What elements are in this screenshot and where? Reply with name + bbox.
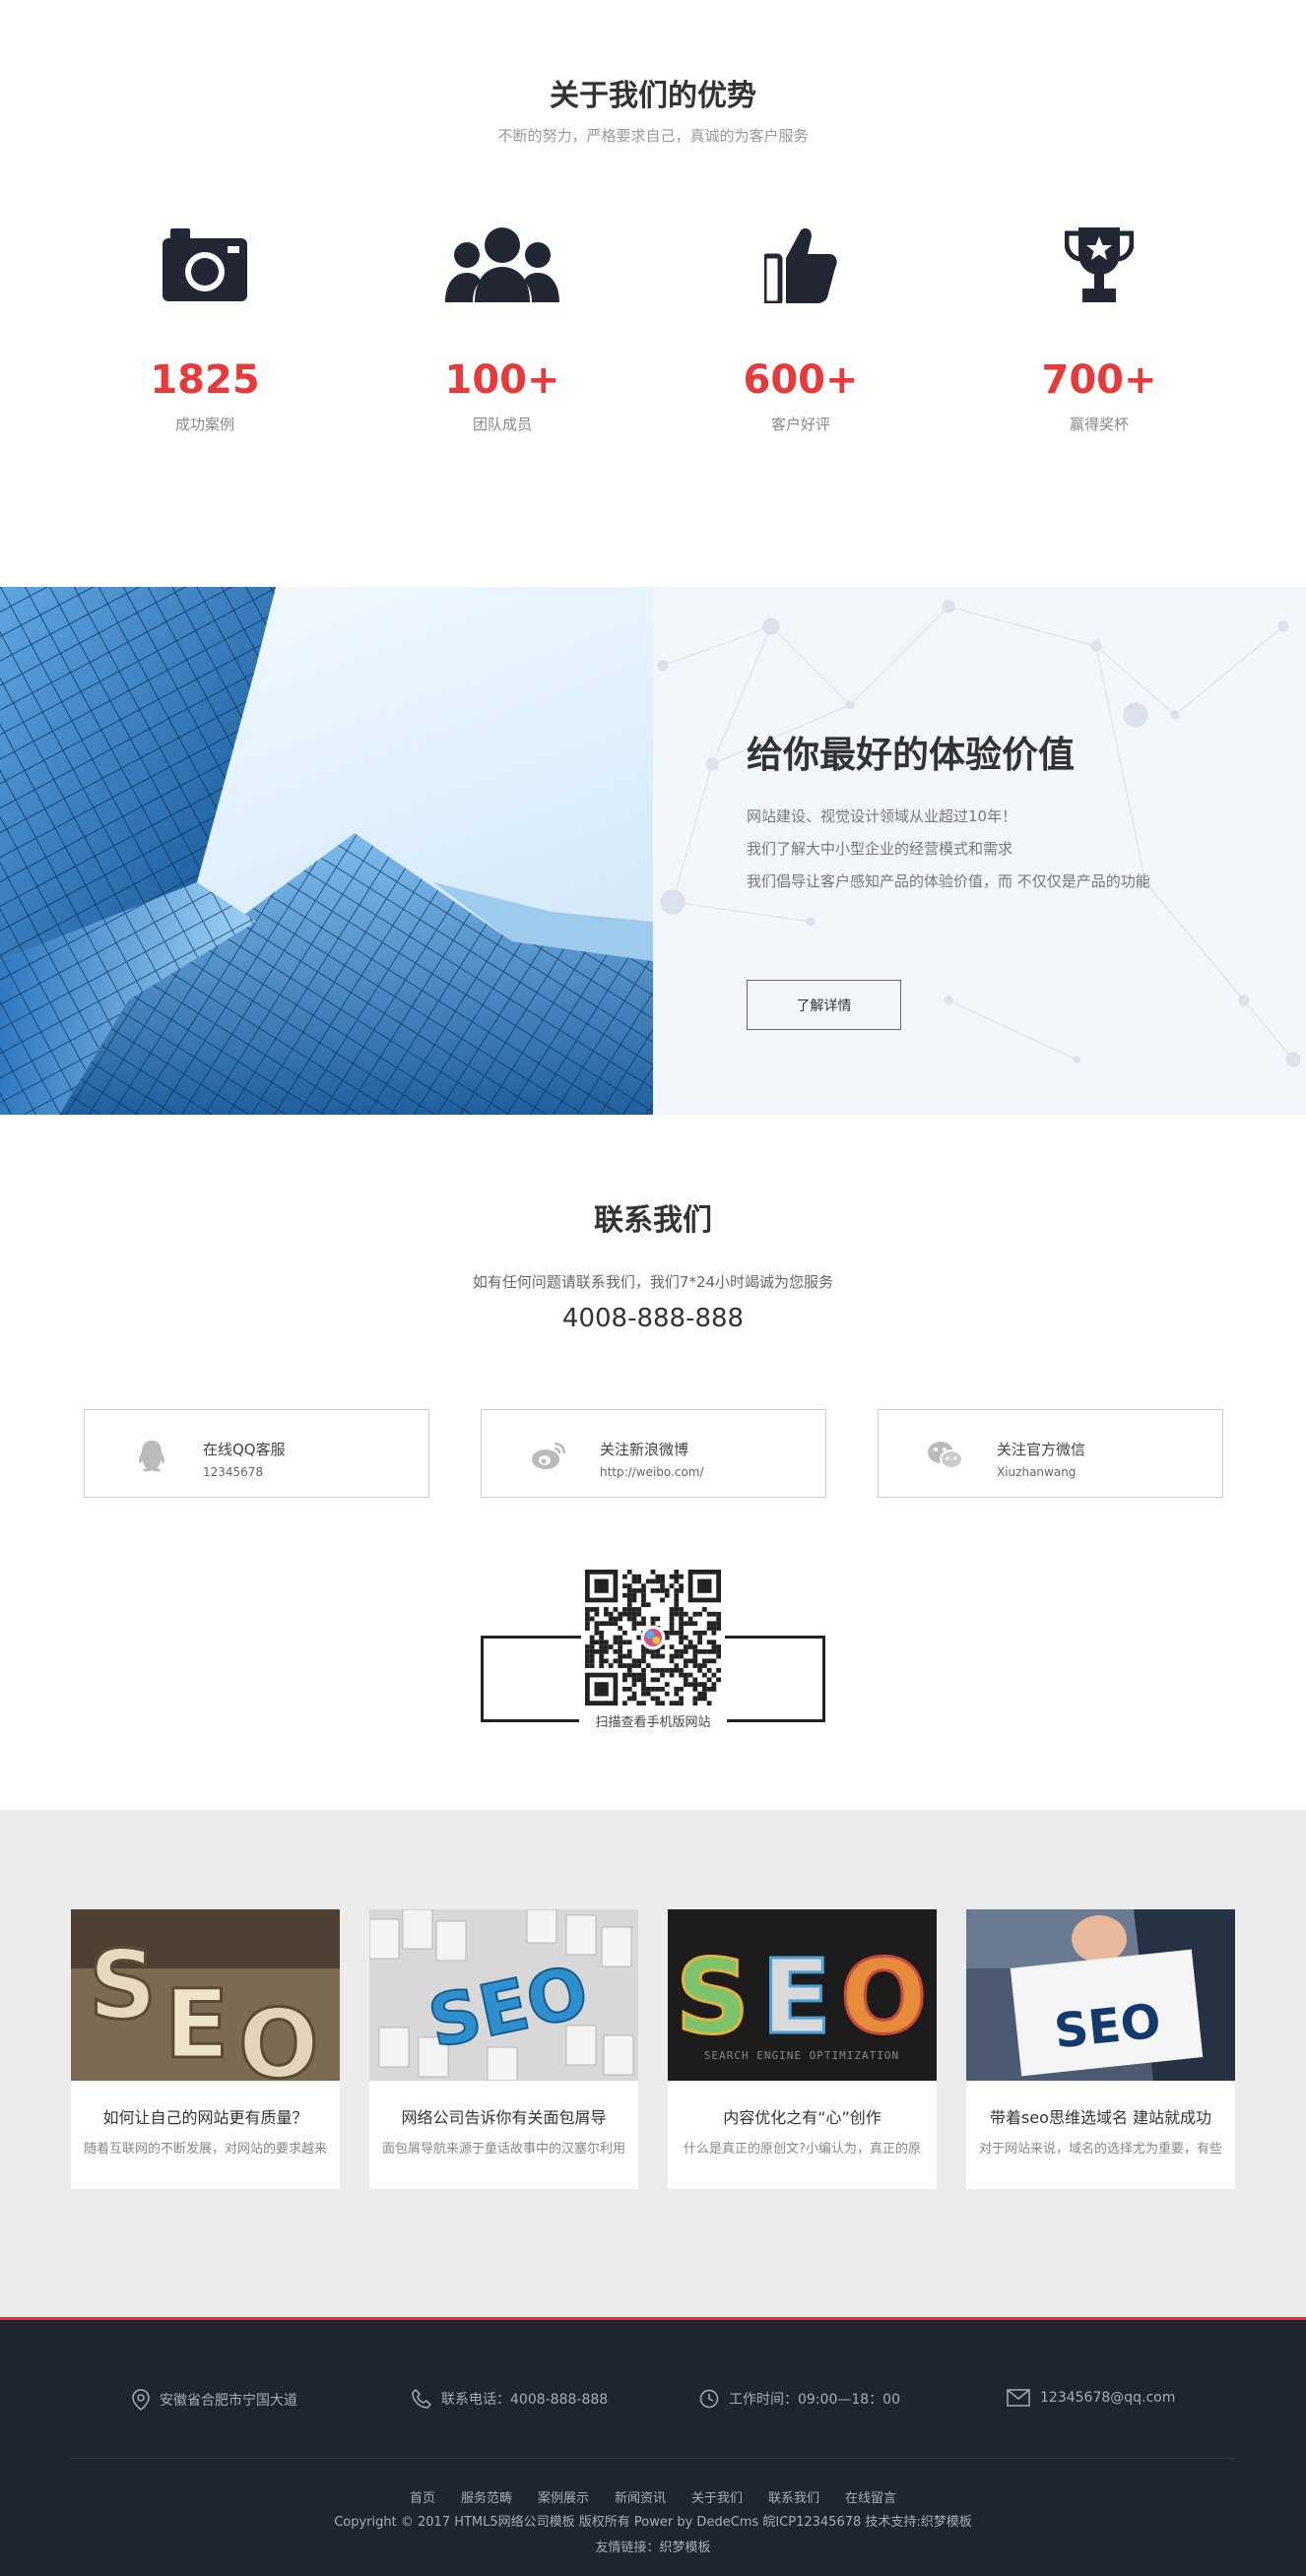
news-thumbnail: SEO: [966, 1909, 1235, 2081]
svg-text:E: E: [164, 1969, 229, 2080]
news-excerpt: 对于网站来说，域名的选择尤为重要，有些: [978, 2142, 1222, 2157]
news-title: 内容优化之有“心”创作: [723, 2108, 882, 2127]
stat-awards: 700+ 赢得奖杯: [951, 225, 1247, 434]
footer-link-services[interactable]: 服务范畴: [461, 2487, 512, 2506]
clock-icon: [699, 2389, 719, 2409]
box-subtitle: Xiuzhanwang: [997, 1465, 1077, 1479]
address-text: 安徽省合肥市宁国大道: [160, 2393, 297, 2409]
qr-code: [581, 1569, 725, 1707]
hours-text: 工作时间：09:00—18：00: [729, 2392, 900, 2408]
stat-label: 赢得奖杯: [1069, 416, 1129, 433]
trophy-icon: [951, 225, 1247, 305]
news-card[interactable]: S E O 如何让自己的网站更有质量？ 随着互联网的不断发展，对网站的要求越来: [71, 1909, 340, 2189]
svg-text:SEARCH ENGINE OPTIMIZATION: SEARCH ENGINE OPTIMIZATION: [704, 2049, 899, 2062]
news-card[interactable]: SEO 网络公司告诉你有关面包屑导 面包屑导航来源于童话故事中的汉塞尔利用: [369, 1909, 638, 2189]
qq-service-box[interactable]: 在线QQ客服 12345678: [84, 1409, 429, 1498]
qq-icon: [132, 1436, 171, 1475]
learn-more-button[interactable]: 了解详情: [747, 980, 901, 1030]
buildings-image: [0, 587, 653, 1115]
news-section: S E O 如何让自己的网站更有质量？ 随着互联网的不断发展，对网站的要求越来 …: [0, 1810, 1306, 2317]
footer: 安徽省合肥市宁国大道 联系电话：4008-888-888 工作时间：09:00—…: [0, 2317, 1306, 2576]
contact-subtitle: 如有任何问题请联系我们，我们7*24小时竭诚为您服务: [472, 1273, 834, 1291]
footer-link-about[interactable]: 关于我们: [691, 2487, 743, 2506]
news-thumbnail: S E O: [71, 1909, 340, 2081]
footer-divider: [71, 2458, 1235, 2459]
experience-line: 网站建设、视觉设计领域从业超过10年！: [747, 807, 1017, 825]
footer-address: 安徽省合肥市宁国大道: [132, 2389, 297, 2411]
weibo-box[interactable]: 关注新浪微博 http://weibo.com/: [481, 1409, 826, 1498]
news-excerpt: 面包屑导航来源于童话故事中的汉塞尔利用: [381, 2142, 625, 2157]
copyright: Copyright © 2017 HTML5网络公司模板 版权所有 Power …: [334, 2515, 972, 2530]
stat-label: 客户好评: [770, 416, 830, 433]
footer-link-news[interactable]: 新闻资讯: [615, 2487, 666, 2506]
box-title: 关注官方微信: [997, 1441, 1086, 1458]
phone-icon: [412, 2389, 431, 2409]
news-title: 网络公司告诉你有关面包屑导: [401, 2108, 607, 2127]
news-title: 如何让自己的网站更有质量？: [102, 2108, 308, 2127]
stat-value: 700+: [1041, 357, 1157, 403]
box-title: 在线QQ客服: [203, 1441, 286, 1458]
news-thumbnail: S E O SEARCH ENGINE OPTIMIZATION: [668, 1909, 937, 2081]
contact-section: 联系我们 如有任何问题请联系我们，我们7*24小时竭诚为您服务 4008-888…: [0, 1115, 1306, 1810]
wechat-icon: [926, 1436, 965, 1475]
contact-phone: 4008-888-888: [561, 1304, 745, 1333]
box-subtitle: 12345678: [203, 1465, 264, 1479]
experience-title: 给你最好的体验价值: [747, 734, 1075, 776]
camera-icon: [57, 225, 353, 305]
stat-reviews: 600+ 客户好评: [653, 225, 948, 434]
news-card[interactable]: S E O SEARCH ENGINE OPTIMIZATION 内容优化之有“…: [668, 1909, 937, 2189]
svg-text:O: O: [238, 1989, 319, 2081]
email-text: 12345678@qq.com: [1040, 2390, 1176, 2406]
experience-line: 我们了解大中小型企业的经营模式和需求: [747, 840, 1013, 858]
stat-label: 成功案例: [174, 416, 234, 433]
footer-link-cases[interactable]: 案例展示: [538, 2487, 589, 2506]
advantages-subtitle: 不断的努力，严格要求自己，真诚的为客户服务: [497, 127, 809, 145]
advantages-title: 关于我们的优势: [550, 79, 756, 113]
svg-text:S: S: [676, 1937, 750, 2057]
phone-text: 联系电话：4008-888-888: [441, 2392, 609, 2408]
team-icon: [355, 225, 650, 305]
advantages-section: 关于我们的优势 不断的努力，严格要求自己，真诚的为客户服务 1825 成功案例 …: [0, 0, 1306, 587]
footer-link-contact[interactable]: 联系我们: [768, 2487, 819, 2506]
weibo-icon: [529, 1436, 568, 1475]
location-pin-icon: [132, 2389, 150, 2411]
friendly-links[interactable]: 友情链接：织梦模板: [0, 2537, 1306, 2555]
footer-link-message[interactable]: 在线留言: [845, 2487, 896, 2506]
stat-value: 1825: [150, 357, 260, 403]
stat-cases: 1825 成功案例: [57, 225, 353, 434]
footer-nav: 首页 服务范畴 案例展示 新闻资讯 关于我们 联系我们 在线留言: [0, 2487, 1306, 2506]
news-card[interactable]: SEO 带着seo思维选域名 建站就成功 对于网站来说，域名的选择尤为重要，有些: [966, 1909, 1235, 2189]
footer-link-home[interactable]: 首页: [410, 2487, 435, 2506]
experience-line: 我们倡导让客户感知产品的体验价值，而 不仅仅是产品的功能: [747, 872, 1150, 890]
svg-text:SEO: SEO: [1052, 1993, 1163, 2059]
news-thumbnail: SEO: [369, 1909, 638, 2081]
svg-text:S: S: [89, 1930, 157, 2040]
box-title: 关注新浪微博: [600, 1441, 689, 1458]
mail-icon: [1007, 2389, 1030, 2407]
footer-phone: 联系电话：4008-888-888: [412, 2389, 608, 2409]
footer-hours: 工作时间：09:00—18：00: [699, 2389, 900, 2409]
experience-section: 给你最好的体验价值 网站建设、视觉设计领域从业超过10年！ 我们了解大中小型企业…: [0, 587, 1306, 1115]
footer-email: 12345678@qq.com: [1007, 2389, 1175, 2407]
qr-caption: 扫描查看手机版网站: [579, 1711, 727, 1730]
stat-label: 团队成员: [472, 416, 532, 433]
wechat-box[interactable]: 关注官方微信 Xiuzhanwang: [878, 1409, 1223, 1498]
news-title: 带着seo思维选域名 建站就成功: [989, 2108, 1212, 2127]
stat-team: 100+ 团队成员: [355, 225, 650, 434]
stat-value: 100+: [444, 357, 560, 403]
svg-text:O: O: [840, 1937, 927, 2057]
news-excerpt: 随着互联网的不断发展，对网站的要求越来: [83, 2142, 327, 2157]
experience-panel: 给你最好的体验价值 网站建设、视觉设计领域从业超过10年！ 我们了解大中小型企业…: [653, 587, 1306, 1115]
news-excerpt: 什么是真正的原创文?小编认为，真正的原: [684, 2142, 921, 2157]
stat-value: 600+: [743, 357, 859, 403]
svg-text:E: E: [761, 1937, 831, 2057]
box-subtitle: http://weibo.com/: [600, 1465, 704, 1479]
contact-title: 联系我们: [594, 1203, 712, 1238]
thumbs-up-icon: [653, 225, 948, 305]
